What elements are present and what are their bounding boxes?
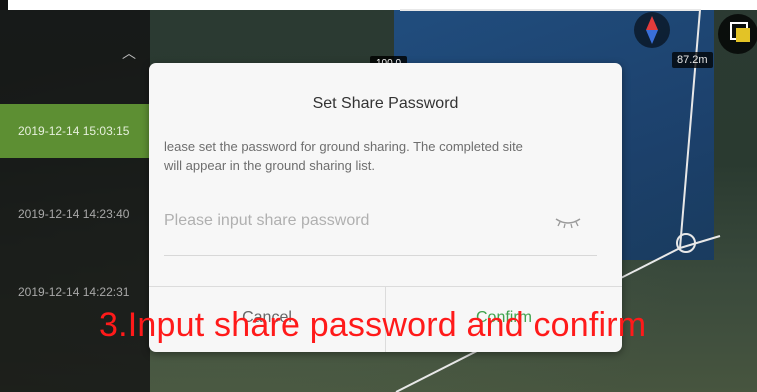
- history-item[interactable]: 2019-12-14 15:03:15: [0, 104, 150, 158]
- dialog-message-line2: will appear in the ground sharing list.: [164, 158, 376, 173]
- dialog-message-line1: lease set the password for ground sharin…: [164, 139, 523, 154]
- chevron-up-icon[interactable]: ︿: [120, 44, 138, 62]
- eye-closed-icon[interactable]: [554, 215, 582, 229]
- input-underline: [164, 255, 597, 256]
- history-item-time: 2019-12-14 15:03:15: [18, 124, 130, 138]
- layers-icon[interactable]: [718, 14, 757, 54]
- share-password-input[interactable]: [164, 209, 544, 233]
- dialog-message: lease set the password for ground sharin…: [164, 137, 619, 175]
- layers-icon-front: [736, 28, 750, 42]
- compass-icon[interactable]: [634, 12, 670, 48]
- distance-badge: 87.2m: [672, 52, 713, 68]
- history-item-time: 2019-12-14 14:23:40: [18, 207, 130, 221]
- history-item[interactable]: 2019-12-14 14:23:40: [0, 187, 150, 241]
- history-item-time: 2019-12-14 14:22:31: [18, 285, 130, 299]
- dialog-title: Set Share Password: [312, 95, 459, 112]
- instruction-caption: 3.Input share password and confirm: [99, 306, 647, 344]
